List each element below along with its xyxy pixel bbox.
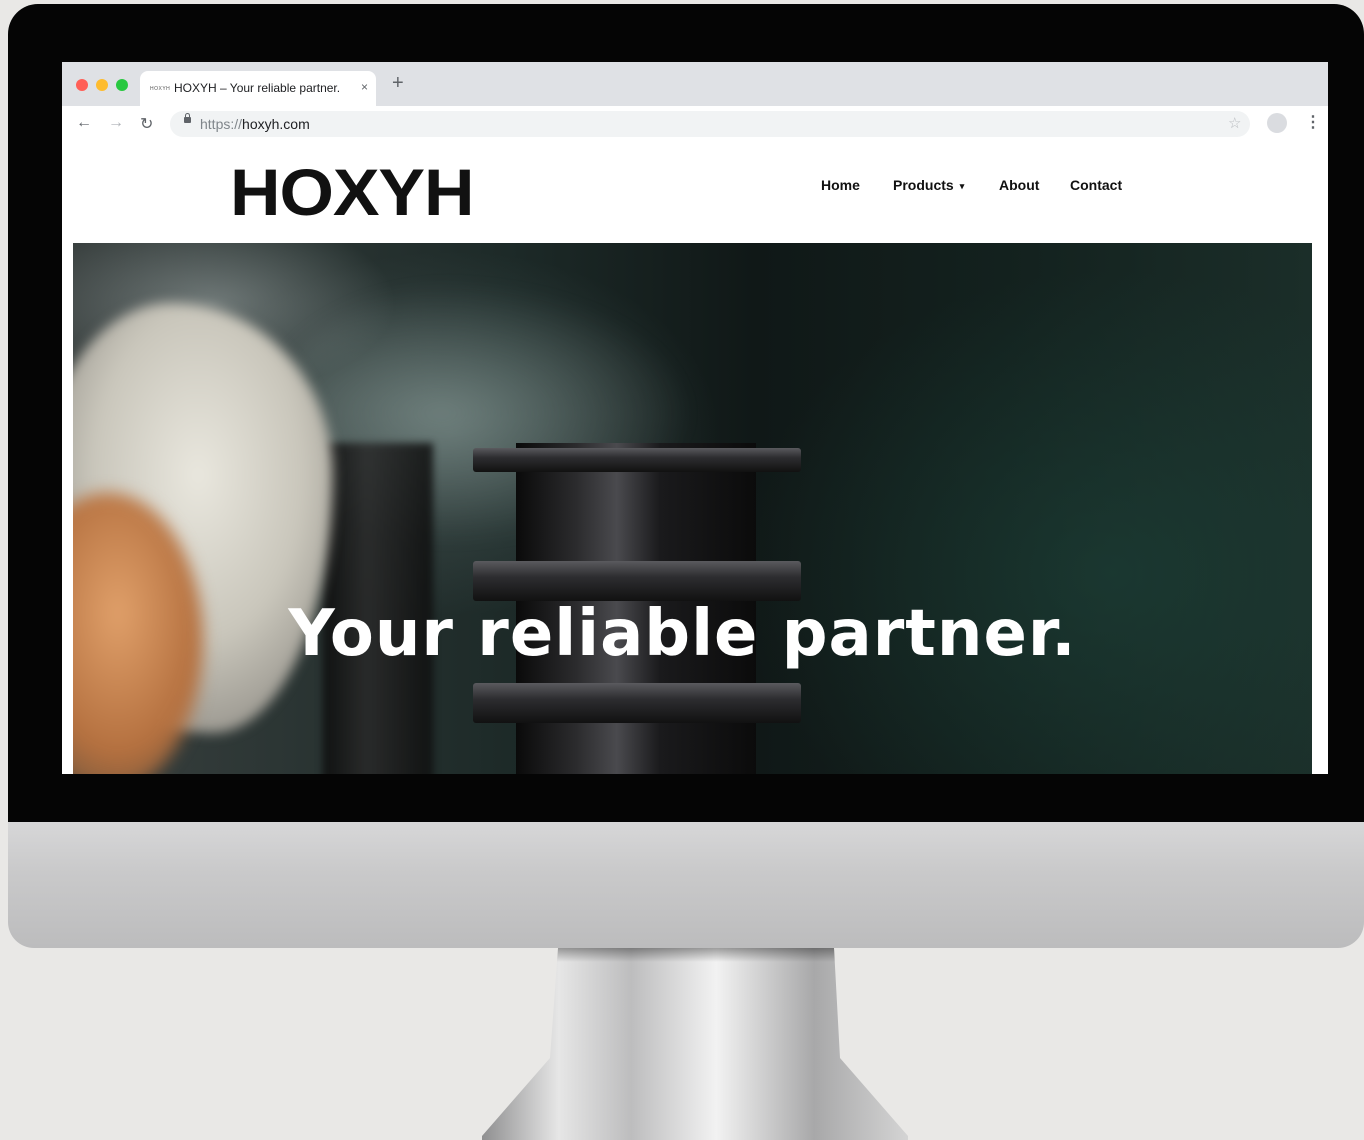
hero-headline: Your reliable partner.	[288, 597, 1077, 671]
nav-products-label: Products	[893, 177, 954, 193]
new-tab-button[interactable]: +	[392, 72, 404, 95]
nav-contact[interactable]: Contact	[1070, 177, 1122, 193]
nav-about[interactable]: About	[999, 177, 1039, 193]
imac-mockup: HOXYH HOXYH – Your reliable partner. × +…	[8, 4, 1364, 1140]
site-logo[interactable]: HOXYH	[230, 154, 475, 230]
browser-toolbar: ← → ↻ https://hoxyh.com ☆ ⋮	[62, 106, 1328, 143]
forward-arrow-icon[interactable]: →	[108, 114, 124, 132]
favicon-icon: HOXYH	[150, 86, 171, 92]
tab-bar: HOXYH HOXYH – Your reliable partner. × +	[62, 62, 1328, 106]
lock-icon	[184, 113, 191, 123]
back-arrow-icon[interactable]: ←	[76, 114, 92, 132]
pipe-flange-middle	[473, 561, 801, 601]
chevron-down-icon: ▾	[959, 181, 965, 191]
tab-title: HOXYH – Your reliable partner.	[174, 81, 341, 95]
pipe-flange-top	[473, 448, 801, 472]
reload-icon[interactable]: ↻	[140, 114, 153, 134]
url-text: https://hoxyh.com	[200, 116, 310, 132]
nav-home[interactable]: Home	[821, 177, 860, 193]
window-close-dot[interactable]	[76, 79, 88, 91]
window-minimize-dot[interactable]	[96, 79, 108, 91]
url-scheme: https://	[200, 116, 243, 132]
browser-window: HOXYH HOXYH – Your reliable partner. × +…	[62, 62, 1328, 774]
pipe-flange-bottom	[473, 683, 801, 723]
tab-close-icon[interactable]: ×	[361, 80, 368, 94]
browser-tab[interactable]: HOXYH HOXYH – Your reliable partner. ×	[140, 71, 376, 106]
star-icon[interactable]: ☆	[1228, 114, 1241, 132]
hero-banner: Your reliable partner.	[73, 243, 1312, 774]
site-header: HOXYH Home Products ▾ About Contact	[62, 142, 1328, 243]
profile-icon[interactable]	[1267, 113, 1287, 133]
monitor-chin	[8, 822, 1364, 948]
monitor-stand	[482, 948, 908, 1140]
window-maximize-dot[interactable]	[116, 79, 128, 91]
nav-products[interactable]: Products ▾	[893, 177, 964, 193]
kebab-menu-icon[interactable]: ⋮	[1305, 112, 1321, 132]
address-bar[interactable]: https://hoxyh.com ☆	[170, 111, 1250, 137]
url-host: hoxyh.com	[242, 116, 310, 132]
stand-shadow	[557, 948, 835, 962]
